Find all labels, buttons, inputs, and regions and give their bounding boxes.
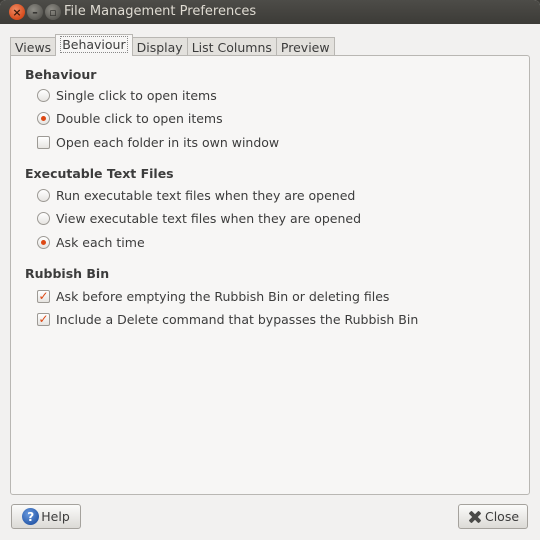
minimize-window-button[interactable]: – xyxy=(27,4,43,20)
ask-before-empty-label: Ask before emptying the Rubbish Bin or d… xyxy=(56,288,390,304)
delete-command-label: Include a Delete command that bypasses t… xyxy=(56,311,419,327)
window-title: File Management Preferences xyxy=(64,4,257,19)
executable-section-title: Executable Text Files xyxy=(25,166,174,181)
behaviour-panel: Behaviour Single click to open items Dou… xyxy=(10,55,530,495)
view-executable-label: View executable text files when they are… xyxy=(56,210,362,226)
double-click-option[interactable]: Double click to open items xyxy=(37,109,223,127)
ask-each-time-label: Ask each time xyxy=(56,234,145,250)
own-window-label: Open each folder in its own window xyxy=(56,134,280,150)
tab-list-columns[interactable]: List Columns xyxy=(186,37,277,56)
title-bar[interactable]: × – ▫ File Management Preferences xyxy=(0,0,540,24)
delete-command-option[interactable]: ✓ Include a Delete command that bypasses… xyxy=(37,310,418,328)
help-button-label: Help xyxy=(41,509,70,524)
tab-views[interactable]: Views xyxy=(10,37,57,56)
close-icon xyxy=(467,509,483,525)
double-click-radio[interactable] xyxy=(37,111,50,125)
single-click-option[interactable]: Single click to open items xyxy=(37,86,217,104)
help-icon: ? xyxy=(22,508,40,525)
view-executable-option[interactable]: View executable text files when they are… xyxy=(37,209,361,227)
behaviour-section-title: Behaviour xyxy=(25,67,97,82)
single-click-radio[interactable] xyxy=(37,88,50,102)
ask-each-time-radio[interactable] xyxy=(37,235,50,249)
delete-command-checkbox[interactable]: ✓ xyxy=(37,312,50,326)
close-button[interactable]: Close xyxy=(458,504,528,529)
own-window-checkbox[interactable] xyxy=(37,135,50,149)
view-executable-radio[interactable] xyxy=(37,211,50,225)
ask-each-time-option[interactable]: Ask each time xyxy=(37,233,145,251)
tab-bar: Views Behaviour Display List Columns Pre… xyxy=(10,34,335,56)
ask-before-empty-checkbox[interactable]: ✓ xyxy=(37,289,50,303)
close-window-button[interactable]: × xyxy=(9,4,25,20)
rubbish-section-title: Rubbish Bin xyxy=(25,266,110,281)
tab-preview[interactable]: Preview xyxy=(275,37,335,56)
tab-display[interactable]: Display xyxy=(131,37,188,56)
own-window-option[interactable]: Open each folder in its own window xyxy=(37,133,279,151)
single-click-label: Single click to open items xyxy=(56,87,217,103)
double-click-label: Double click to open items xyxy=(56,110,223,126)
run-executable-radio[interactable] xyxy=(37,188,50,202)
close-button-label: Close xyxy=(484,509,520,524)
tab-behaviour[interactable]: Behaviour xyxy=(55,34,133,56)
ask-before-empty-option[interactable]: ✓ Ask before emptying the Rubbish Bin or… xyxy=(37,287,389,305)
maximize-window-button[interactable]: ▫ xyxy=(45,4,61,20)
preferences-window: × – ▫ File Management Preferences Views … xyxy=(0,0,540,540)
run-executable-label: Run executable text files when they are … xyxy=(56,187,356,203)
help-button[interactable]: ? Help xyxy=(11,504,81,529)
run-executable-option[interactable]: Run executable text files when they are … xyxy=(37,186,355,204)
